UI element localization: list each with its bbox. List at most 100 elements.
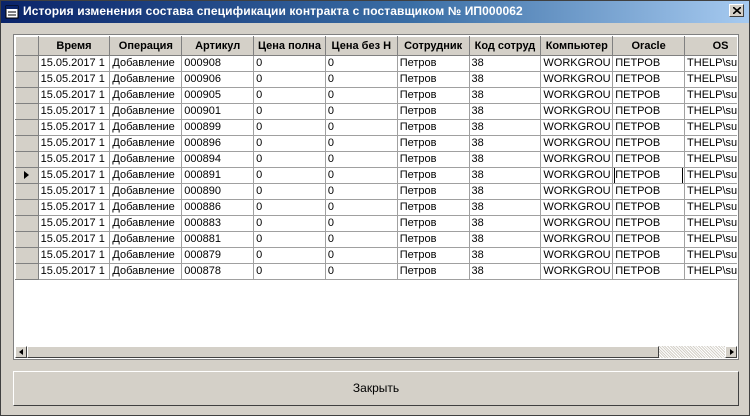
close-window-button[interactable]: [729, 4, 744, 17]
table-cell[interactable]: Петров: [397, 247, 470, 264]
table-cell[interactable]: 0: [253, 119, 326, 136]
table-cell[interactable]: THELP\super: [684, 215, 737, 232]
column-header[interactable]: OS: [684, 36, 737, 56]
scroll-left-button[interactable]: [15, 346, 27, 358]
table-row[interactable]: 15.05.2017 1 Добавление 000879 0 0 Петров 38 WO…: [15, 247, 737, 264]
table-cell[interactable]: 000905: [181, 87, 255, 104]
table-cell[interactable]: Добавление: [109, 215, 183, 232]
table-cell[interactable]: 38: [469, 215, 542, 232]
row-indicator[interactable]: [15, 247, 39, 264]
table-cell[interactable]: 0: [325, 135, 398, 152]
row-indicator[interactable]: [15, 55, 39, 72]
row-indicator[interactable]: [15, 119, 39, 136]
table-cell[interactable]: ПЕТРОВ: [612, 119, 686, 136]
table-cell[interactable]: WORKGROU: [540, 103, 614, 120]
table-cell[interactable]: ПЕТРОВ: [612, 263, 686, 280]
close-button[interactable]: Закрыть: [13, 371, 739, 406]
table-cell[interactable]: WORKGROU: [540, 199, 614, 216]
table-cell[interactable]: 15.05.2017 1: [38, 119, 111, 136]
table-cell[interactable]: 0: [325, 199, 398, 216]
table-cell[interactable]: Добавление: [109, 231, 183, 248]
table-cell[interactable]: ПЕТРОВ: [612, 167, 686, 184]
table-cell[interactable]: THELP\super: [684, 87, 737, 104]
table-cell[interactable]: WORKGROU: [540, 135, 614, 152]
column-header[interactable]: Компьютер: [540, 36, 614, 56]
table-cell[interactable]: 15.05.2017 1: [38, 247, 111, 264]
table-cell[interactable]: WORKGROU: [540, 247, 614, 264]
table-cell[interactable]: 000894: [181, 151, 255, 168]
table-cell[interactable]: 15.05.2017 1: [38, 151, 111, 168]
table-cell[interactable]: 0: [253, 247, 326, 264]
table-cell[interactable]: Добавление: [109, 199, 183, 216]
column-header[interactable]: Цена полна: [253, 36, 326, 56]
table-cell[interactable]: Петров: [397, 71, 470, 88]
table-cell[interactable]: 0: [253, 103, 326, 120]
table-cell[interactable]: 0: [325, 263, 398, 280]
table-cell[interactable]: ПЕТРОВ: [612, 199, 686, 216]
table-cell[interactable]: ПЕТРОВ: [612, 247, 686, 264]
table-cell[interactable]: Петров: [397, 215, 470, 232]
table-cell[interactable]: THELP\super: [684, 247, 737, 264]
title-bar[interactable]: История изменения состава спецификации к…: [1, 1, 749, 23]
table-cell[interactable]: 0: [325, 71, 398, 88]
table-cell[interactable]: 000879: [181, 247, 255, 264]
table-cell[interactable]: WORKGROU: [540, 167, 614, 184]
table-cell[interactable]: ПЕТРОВ: [612, 135, 686, 152]
table-cell[interactable]: THELP\super: [684, 55, 737, 72]
table-cell[interactable]: 15.05.2017 1: [38, 263, 111, 280]
table-cell[interactable]: ПЕТРОВ: [612, 103, 686, 120]
table-cell[interactable]: 0: [325, 231, 398, 248]
table-cell[interactable]: 0: [253, 263, 326, 280]
table-cell[interactable]: ПЕТРОВ: [612, 151, 686, 168]
row-indicator[interactable]: [15, 87, 39, 104]
table-cell[interactable]: THELP\super: [684, 135, 737, 152]
table-cell[interactable]: 38: [469, 151, 542, 168]
table-cell[interactable]: 38: [469, 119, 542, 136]
table-cell[interactable]: 0: [253, 183, 326, 200]
table-cell[interactable]: Добавление: [109, 55, 183, 72]
table-cell[interactable]: Петров: [397, 55, 470, 72]
table-cell[interactable]: Добавление: [109, 183, 183, 200]
table-cell[interactable]: 0: [325, 247, 398, 264]
scrollbar-track[interactable]: [659, 346, 725, 358]
table-cell[interactable]: 38: [469, 87, 542, 104]
table-row[interactable]: 15.05.2017 1 Добавление 000890 0 0 Петров 38 WO…: [15, 183, 737, 200]
table-cell[interactable]: 000899: [181, 119, 255, 136]
row-indicator[interactable]: [15, 215, 39, 232]
table-cell[interactable]: 000901: [181, 103, 255, 120]
row-indicator[interactable]: [15, 199, 39, 216]
table-cell[interactable]: 0: [253, 55, 326, 72]
table-cell[interactable]: Добавление: [109, 247, 183, 264]
table-cell[interactable]: 000881: [181, 231, 255, 248]
column-header[interactable]: Код сотруд: [468, 36, 542, 56]
table-cell[interactable]: 000906: [181, 71, 255, 88]
row-indicator[interactable]: [15, 183, 39, 200]
table-cell[interactable]: 0: [325, 183, 398, 200]
table-row[interactable]: 15.05.2017 1 Добавление 000881 0 0 Петров 38 WO…: [15, 231, 737, 248]
table-row[interactable]: 15.05.2017 1 Добавление 000886 0 0 Петров 38 WO…: [15, 199, 737, 216]
table-cell[interactable]: Добавление: [109, 119, 183, 136]
table-cell[interactable]: 000883: [181, 215, 255, 232]
table-cell[interactable]: Добавление: [109, 103, 183, 120]
table-cell[interactable]: 0: [325, 167, 398, 184]
row-indicator[interactable]: [15, 103, 39, 120]
table-cell[interactable]: 000891: [181, 167, 255, 184]
table-cell[interactable]: Добавление: [109, 263, 183, 280]
table-cell[interactable]: 15.05.2017 1: [38, 87, 111, 104]
table-cell[interactable]: 15.05.2017 1: [38, 135, 111, 152]
table-cell[interactable]: Добавление: [109, 135, 183, 152]
table-cell[interactable]: WORKGROU: [540, 87, 614, 104]
table-cell[interactable]: Петров: [397, 263, 470, 280]
column-header[interactable]: Время: [37, 36, 111, 56]
table-cell[interactable]: 0: [253, 231, 326, 248]
table-cell[interactable]: WORKGROU: [540, 55, 614, 72]
column-header[interactable]: Сотрудник: [396, 36, 470, 56]
column-header[interactable]: Операция: [109, 36, 183, 56]
table-cell[interactable]: 0: [253, 199, 326, 216]
table-cell[interactable]: Добавление: [109, 87, 183, 104]
table-cell[interactable]: WORKGROU: [540, 215, 614, 232]
table-cell[interactable]: Петров: [397, 87, 470, 104]
table-cell[interactable]: ПЕТРОВ: [612, 71, 686, 88]
table-cell[interactable]: Добавление: [109, 151, 183, 168]
table-cell[interactable]: 38: [469, 103, 542, 120]
